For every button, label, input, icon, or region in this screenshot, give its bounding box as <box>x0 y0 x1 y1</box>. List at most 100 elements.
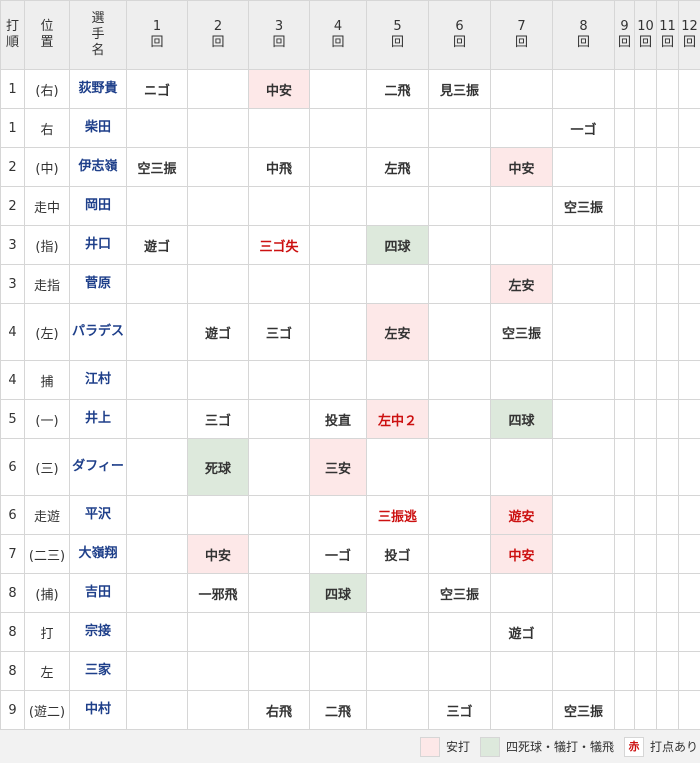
at-bat-cell-inning-11 <box>656 651 679 691</box>
at-bat-cell-inning-4 <box>309 360 367 400</box>
at-bat-cell-inning-8 <box>552 69 615 109</box>
at-bat-cell-inning-9 <box>614 108 635 148</box>
at-bat-cell-inning-3: 三ゴ失 <box>248 225 310 265</box>
at-bat-cell-inning-12 <box>678 147 700 187</box>
legend-walk-swatch <box>479 736 500 757</box>
at-bat-cell-inning-7: 遊安 <box>490 495 553 535</box>
player-name-link[interactable]: 吉田 <box>69 573 127 613</box>
at-bat-cell-inning-11 <box>656 573 679 613</box>
at-bat-cell-inning-9 <box>614 690 635 730</box>
player-name-link[interactable]: 伊志嶺 <box>69 147 127 187</box>
batting-order-cell: 2 <box>0 186 25 226</box>
at-bat-cell-inning-4 <box>309 147 367 187</box>
position-cell: 左 <box>24 651 70 691</box>
player-name-link[interactable]: 宗接 <box>69 612 127 652</box>
at-bat-cell-inning-8 <box>552 303 615 361</box>
player-name-link[interactable]: 中村 <box>69 690 127 730</box>
at-bat-cell-inning-8 <box>552 651 615 691</box>
player-name-link[interactable]: 柴田 <box>69 108 127 148</box>
at-bat-cell-inning-7 <box>490 438 553 496</box>
at-bat-cell-inning-2: 三ゴ <box>187 399 249 439</box>
at-bat-cell-inning-7 <box>490 225 553 265</box>
position-cell: (右) <box>24 69 70 109</box>
player-name-link[interactable]: 井口 <box>69 225 127 265</box>
at-bat-cell-inning-6 <box>428 612 491 652</box>
at-bat-cell-inning-10 <box>634 186 657 226</box>
player-name-link[interactable]: ダフィー <box>69 438 127 496</box>
at-bat-cell-inning-2: 一邪飛 <box>187 573 249 613</box>
at-bat-cell-inning-8 <box>552 147 615 187</box>
player-name-link[interactable]: 大嶺翔 <box>69 534 127 574</box>
at-bat-cell-inning-4 <box>309 303 367 361</box>
at-bat-cell-inning-8: 一ゴ <box>552 108 615 148</box>
at-bat-cell-inning-12 <box>678 186 700 226</box>
header-player-name: 選手名 <box>69 0 127 70</box>
at-bat-cell-inning-8 <box>552 534 615 574</box>
legend-walk-label: 四死球・犠打・犠飛 <box>505 740 614 754</box>
at-bat-cell-inning-11 <box>656 534 679 574</box>
at-bat-cell-inning-10 <box>634 690 657 730</box>
at-bat-cell-inning-6 <box>428 534 491 574</box>
batting-order-cell: 2 <box>0 147 25 187</box>
header-inning-6: 6回 <box>428 0 491 70</box>
at-bat-cell-inning-2 <box>187 264 249 304</box>
at-bat-cell-inning-4: 投直 <box>309 399 367 439</box>
at-bat-cell-inning-7 <box>490 690 553 730</box>
at-bat-cell-inning-9 <box>614 186 635 226</box>
at-bat-cell-inning-8 <box>552 264 615 304</box>
at-bat-cell-inning-3: 右飛 <box>248 690 310 730</box>
at-bat-cell-inning-3 <box>248 573 310 613</box>
batting-order-cell: 7 <box>0 534 25 574</box>
at-bat-cell-inning-4 <box>309 186 367 226</box>
at-bat-cell-inning-11 <box>656 360 679 400</box>
player-name-link[interactable]: 江村 <box>69 360 127 400</box>
at-bat-cell-inning-12 <box>678 690 700 730</box>
at-bat-cell-inning-5: 左飛 <box>366 147 429 187</box>
player-name-link[interactable]: 平沢 <box>69 495 127 535</box>
batting-order-cell: 3 <box>0 225 25 265</box>
at-bat-cell-inning-12 <box>678 651 700 691</box>
at-bat-cell-inning-5 <box>366 651 429 691</box>
at-bat-cell-inning-1 <box>126 573 188 613</box>
at-bat-cell-inning-2 <box>187 360 249 400</box>
at-bat-cell-inning-3 <box>248 495 310 535</box>
at-bat-cell-inning-11 <box>656 303 679 361</box>
player-name-link[interactable]: パラデス <box>69 303 127 361</box>
at-bat-cell-inning-1 <box>126 264 188 304</box>
table-row: 6 走遊 平沢 三振逃 遊安 <box>0 495 700 535</box>
at-bat-cell-inning-9 <box>614 534 635 574</box>
table-row: 8 打宗接 遊ゴ <box>0 612 700 652</box>
at-bat-cell-inning-4: 四球 <box>309 573 367 613</box>
player-name-link[interactable]: 岡田 <box>69 186 127 226</box>
at-bat-cell-inning-7: 四球 <box>490 399 553 439</box>
at-bat-cell-inning-2: 死球 <box>187 438 249 496</box>
player-name-link[interactable]: 荻野貴 <box>69 69 127 109</box>
at-bat-cell-inning-12 <box>678 438 700 496</box>
at-bat-cell-inning-4 <box>309 612 367 652</box>
at-bat-cell-inning-7: 遊ゴ <box>490 612 553 652</box>
at-bat-cell-inning-1 <box>126 303 188 361</box>
at-bat-cell-inning-7: 中安 <box>490 534 553 574</box>
at-bat-cell-inning-3 <box>248 612 310 652</box>
at-bat-cell-inning-11 <box>656 612 679 652</box>
at-bat-cell-inning-1 <box>126 612 188 652</box>
header-inning-11: 11 回 <box>656 0 679 70</box>
player-name-link[interactable]: 菅原 <box>69 264 127 304</box>
at-bat-cell-inning-10 <box>634 360 657 400</box>
position-cell: 走中 <box>24 186 70 226</box>
at-bat-cell-inning-2: 中安 <box>187 534 249 574</box>
legend-bar: 安打 四死球・犠打・犠飛 赤 打点あり <box>0 730 700 763</box>
table-row: 4 (左) パラデス 遊ゴ 三ゴ 左安 空三振 <box>0 303 700 361</box>
player-name-link[interactable]: 井上 <box>69 399 127 439</box>
at-bat-cell-inning-5: 投ゴ <box>366 534 429 574</box>
at-bat-cell-inning-8: 空三振 <box>552 186 615 226</box>
player-name-link[interactable]: 三家 <box>69 651 127 691</box>
at-bat-cell-inning-3 <box>248 264 310 304</box>
at-bat-cell-inning-3: 三ゴ <box>248 303 310 361</box>
position-cell: (左) <box>24 303 70 361</box>
at-bat-cell-inning-7 <box>490 651 553 691</box>
batting-order-cell: 3 <box>0 264 25 304</box>
at-bat-cell-inning-10 <box>634 108 657 148</box>
at-bat-cell-inning-12 <box>678 399 700 439</box>
at-bat-cell-inning-7: 中安 <box>490 147 553 187</box>
